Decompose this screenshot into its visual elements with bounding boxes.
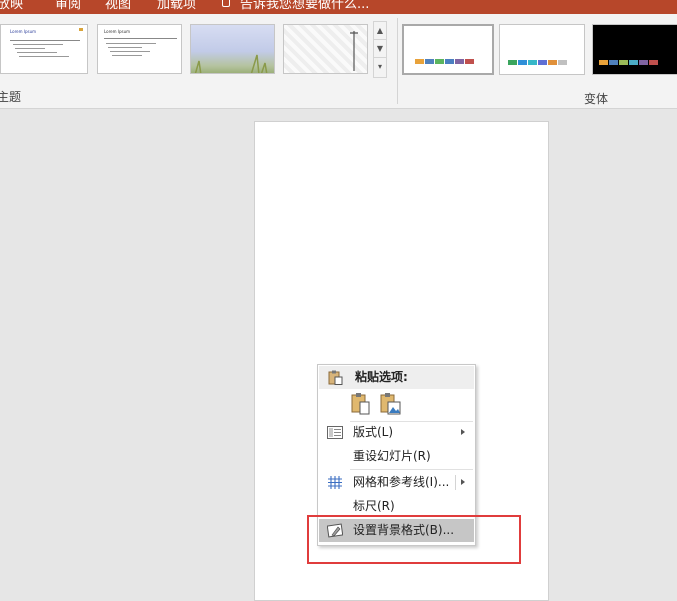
theme-thumbnail-1[interactable]: Lorem Ipsum xyxy=(0,24,88,74)
theme-text-line xyxy=(106,43,156,44)
tab-view[interactable]: 视图 xyxy=(105,0,131,12)
grid-icon xyxy=(328,476,342,489)
paste-options-header: 粘贴选项: xyxy=(319,366,474,389)
theme-text-line xyxy=(10,40,80,41)
tab-review[interactable]: 审阅 xyxy=(55,0,81,12)
clipboard-paste-icon xyxy=(351,393,370,415)
theme-text-line xyxy=(13,44,63,45)
paste-options-label: 粘贴选项: xyxy=(355,370,408,384)
ribbon-tab-bar: 放映 审阅 视图 加载项 告诉我您想要做什么... xyxy=(0,0,677,14)
scroll-up-icon[interactable]: ▲ xyxy=(374,22,386,40)
themes-group-label: 主题 xyxy=(0,90,22,104)
theme-text-line xyxy=(17,52,57,53)
menu-item-grid-guides[interactable]: 网格和参考线(I)... xyxy=(319,471,474,494)
theme-text-line xyxy=(15,48,45,49)
variant-swatches xyxy=(599,60,659,65)
theme-thumbnail-title: Lorem Ipsum xyxy=(10,29,37,34)
theme-text-line xyxy=(110,51,150,52)
theme-text-line xyxy=(19,56,69,57)
menu-item-layout[interactable]: 版式(L) xyxy=(319,421,474,444)
submenu-arrow-icon xyxy=(461,479,465,485)
grass-decoration-icon xyxy=(194,54,268,73)
tell-me-search[interactable]: 告诉我您想要做什么... xyxy=(240,0,369,12)
theme-accent-mark xyxy=(79,28,83,31)
design-ribbon: Lorem Ipsum Lorem Ipsum ▲ ▼ ▾ 主题 变体 xyxy=(0,14,677,109)
tab-slideshow[interactable]: 放映 xyxy=(0,0,23,12)
variants-group-label: 变体 xyxy=(584,92,609,106)
theme-text-line xyxy=(108,47,142,48)
clipboard-picture-icon xyxy=(380,393,401,415)
paste-picture-button[interactable] xyxy=(379,392,403,416)
tab-addins[interactable]: 加载项 xyxy=(157,0,196,12)
paste-keep-source-button[interactable] xyxy=(350,392,372,416)
lightbulb-icon xyxy=(222,0,230,7)
annotation-highlight-box xyxy=(307,515,521,564)
theme-thumbnail-4[interactable] xyxy=(283,24,368,74)
menu-item-label: 版式(L) xyxy=(353,425,394,439)
variant-3[interactable] xyxy=(592,24,677,75)
split-divider xyxy=(455,475,456,490)
theme-text-line xyxy=(112,55,142,56)
theme-thumbnail-title: Lorem Ipsum xyxy=(104,29,131,34)
theme-thumbnail-2[interactable]: Lorem Ipsum xyxy=(97,24,182,74)
group-divider xyxy=(397,18,398,104)
variant-1[interactable] xyxy=(402,24,494,75)
scroll-down-icon[interactable]: ▼ xyxy=(374,40,386,58)
menu-item-label: 网格和参考线(I)... xyxy=(353,475,450,489)
variant-swatches xyxy=(508,60,568,65)
lamp-post-decoration-icon xyxy=(350,31,358,71)
variant-2[interactable] xyxy=(499,24,585,75)
theme-thumbnail-3[interactable] xyxy=(190,24,275,74)
submenu-arrow-icon xyxy=(461,429,465,435)
layout-icon xyxy=(327,426,343,439)
menu-separator xyxy=(350,469,473,470)
theme-gallery-scroll[interactable]: ▲ ▼ ▾ xyxy=(373,21,387,78)
variant-swatches xyxy=(415,59,475,64)
menu-item-reset-slide[interactable]: 重设幻灯片(R) xyxy=(319,445,474,468)
paste-icon xyxy=(328,370,343,385)
gallery-more-icon[interactable]: ▾ xyxy=(374,58,386,76)
menu-item-label: 重设幻灯片(R) xyxy=(353,449,431,463)
theme-text-line xyxy=(104,38,177,39)
